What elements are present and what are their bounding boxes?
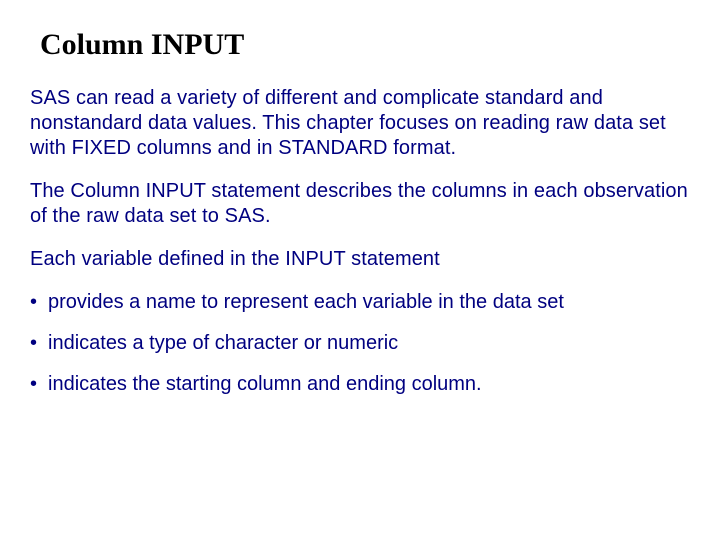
slide: Column INPUT SAS can read a variety of d… bbox=[0, 0, 720, 540]
paragraph-2: The Column INPUT statement describes the… bbox=[30, 179, 690, 229]
bullet-text: indicates a type of character or numeric bbox=[48, 332, 398, 354]
bullet-text: provides a name to represent each variab… bbox=[48, 291, 564, 313]
bullet-item-2: •indicates a type of character or numeri… bbox=[30, 331, 690, 356]
bullet-text: indicates the starting column and ending… bbox=[48, 373, 482, 395]
bullet-item-3: •indicates the starting column and endin… bbox=[30, 372, 690, 397]
paragraph-1: SAS can read a variety of different and … bbox=[30, 86, 690, 161]
bullet-icon: • bbox=[30, 372, 48, 397]
bullet-icon: • bbox=[30, 290, 48, 315]
paragraph-3: Each variable defined in the INPUT state… bbox=[30, 247, 690, 272]
bullet-icon: • bbox=[30, 331, 48, 356]
bullet-item-1: •provides a name to represent each varia… bbox=[30, 290, 690, 315]
slide-title: Column INPUT bbox=[40, 28, 690, 62]
